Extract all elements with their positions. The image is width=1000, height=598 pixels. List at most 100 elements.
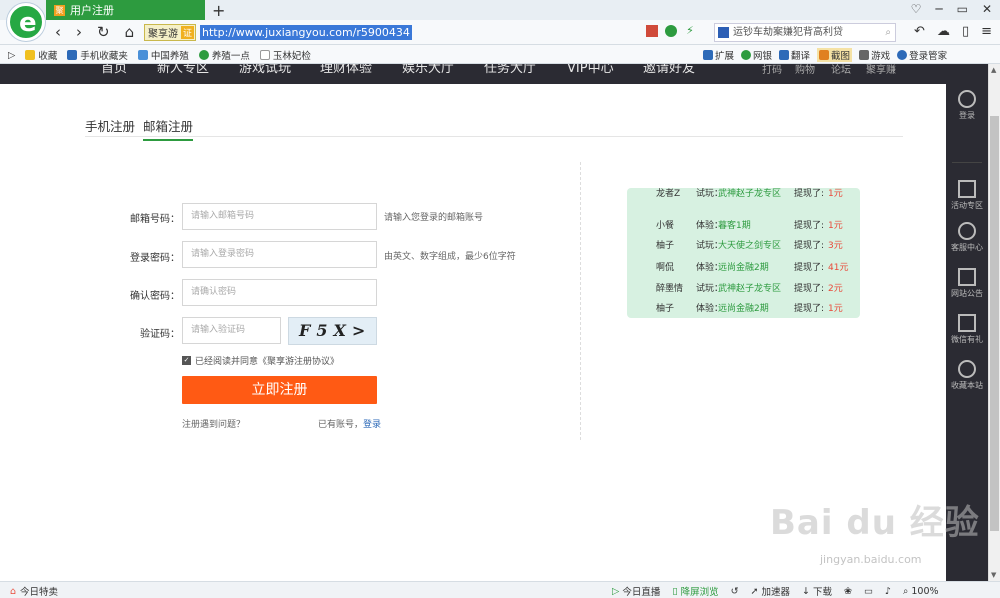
watermark-brand: Bai du 经验 xyxy=(770,503,980,543)
tab-title: 用户注册 xyxy=(70,4,114,17)
nav-item[interactable]: 游戏试玩 xyxy=(239,64,291,76)
confirm-password-field[interactable]: 请确认密码 xyxy=(182,279,377,306)
browser-logo-icon[interactable]: e xyxy=(7,3,45,41)
reload-button[interactable]: ↻ xyxy=(97,23,110,41)
toolbar-login-manager[interactable]: 登录管家 xyxy=(897,48,947,62)
leaf-icon[interactable]: ❀ xyxy=(844,586,852,597)
nav-item[interactable]: 首页 xyxy=(101,64,127,76)
bookmark-item[interactable]: 中国养殖 xyxy=(137,48,189,62)
bookmark-item[interactable]: 收藏 xyxy=(25,48,57,62)
url-input[interactable]: http://www.juxiangyou.com/r5900434 xyxy=(200,25,412,40)
vertical-divider xyxy=(580,162,581,440)
agree-checkbox[interactable]: ✓ xyxy=(182,356,191,365)
sale-icon: ⌂ xyxy=(10,585,17,597)
sidebar-item-wechat[interactable]: 微信有礼 xyxy=(946,314,988,345)
undo-icon[interactable]: ↶ xyxy=(914,24,925,39)
refresh-icon[interactable]: ↺ xyxy=(731,586,739,597)
site-cert-badge[interactable]: 聚享游 证 xyxy=(144,24,196,41)
nav-item[interactable]: 任务大厅 xyxy=(484,64,536,76)
toolbar-extensions[interactable]: 扩展 xyxy=(703,48,734,62)
tab-email-register[interactable]: 邮箱注册 xyxy=(143,116,194,141)
bookmark-item[interactable]: 玉林妃检 xyxy=(259,48,311,62)
search-engine-icon[interactable] xyxy=(718,27,729,38)
scrollbar-thumb[interactable] xyxy=(990,116,999,531)
captcha-image[interactable]: F5X> xyxy=(288,317,377,345)
agree-row[interactable]: ✓ 已经阅读并同意《聚享游注册协议》 xyxy=(182,354,339,367)
live-link[interactable]: ▷ 今日直播 xyxy=(612,584,660,598)
tab-phone-register[interactable]: 手机注册 xyxy=(85,116,135,141)
site-icon xyxy=(198,50,209,60)
forward-button[interactable]: › xyxy=(76,23,82,41)
bookmark-item[interactable]: 手机收藏夹 xyxy=(67,48,128,62)
zoom-icon: ⌕ xyxy=(903,585,909,597)
phone-icon[interactable]: ▯ xyxy=(962,24,969,39)
addon-red-icon[interactable] xyxy=(646,25,658,37)
close-button[interactable]: ✕ xyxy=(982,2,992,16)
nav-item[interactable]: 理财体验 xyxy=(320,64,372,76)
sidebar-item-favorite[interactable]: 收藏本站 xyxy=(946,360,988,391)
volume-icon[interactable]: ♪ xyxy=(885,586,891,597)
maximize-button[interactable]: ▭ xyxy=(957,2,968,16)
site-nav: 首页 新人专区 游戏试玩 理财体验 娱乐大厅 任务大厅 VIP中心 邀请好友 打… xyxy=(0,64,946,84)
nav-right-item[interactable]: 论坛 xyxy=(831,64,851,76)
scroll-down-icon[interactable]: ▼ xyxy=(991,571,996,579)
zoom-control[interactable]: ⌕ 100% xyxy=(903,586,939,597)
sidebar-item-service[interactable]: 客服中心 xyxy=(946,222,988,253)
password-field[interactable]: 请输入登录密码 xyxy=(182,241,377,268)
star-icon xyxy=(25,50,36,60)
have-account: 已有账号，登录 xyxy=(318,420,382,430)
search-icon[interactable]: ⌕ xyxy=(885,24,891,41)
email-hint: 请输入您登录的邮箱账号 xyxy=(384,213,484,223)
addon-green-icon[interactable] xyxy=(665,25,677,37)
nav-right-item[interactable]: 购物 xyxy=(795,64,815,76)
sidebar-item-login[interactable]: 登录 xyxy=(946,90,988,121)
window-icon[interactable]: ▭ xyxy=(864,586,873,597)
nav-item[interactable]: 娱乐大厅 xyxy=(402,64,454,76)
nav-item[interactable]: VIP中心 xyxy=(567,64,614,76)
tab-bar: e 聚 用户注册 + ♡ ─ ▭ ✕ xyxy=(0,0,1000,41)
screen-browse-link[interactable]: ▯ 降屏浏览 xyxy=(672,584,718,598)
agree-text[interactable]: 已经阅读并同意《聚享游注册协议》 xyxy=(195,354,339,367)
scrollbar[interactable]: ▲ ▼ xyxy=(988,64,1000,581)
email-label: 邮箱号码： xyxy=(130,214,180,225)
toolbar-games[interactable]: 游戏 xyxy=(859,48,890,62)
minimize-button[interactable]: ─ xyxy=(935,2,942,16)
nav-right-item[interactable]: 聚享赚 xyxy=(866,64,896,76)
download-link[interactable]: ↓ 下载 xyxy=(802,584,832,598)
sidebar-item-notice[interactable]: 网站公告 xyxy=(946,268,988,299)
nav-item[interactable]: 邀请好友 xyxy=(643,64,695,76)
cloud-icon[interactable]: ☁ xyxy=(937,24,950,39)
menu-icon[interactable]: ≡ xyxy=(981,24,992,39)
page-icon xyxy=(259,50,270,60)
nav-right-item[interactable]: 打码 xyxy=(762,64,782,76)
email-field[interactable]: 请输入邮箱号码 xyxy=(182,203,377,230)
register-button[interactable]: 立即注册 xyxy=(182,376,377,404)
lightning-icon[interactable]: ⚡ xyxy=(684,25,696,37)
sidebar-item-activity[interactable]: 活动专区 xyxy=(946,180,988,211)
home-button[interactable]: ⌂ xyxy=(125,23,135,41)
login-link[interactable]: 登录 xyxy=(363,420,381,430)
user-icon xyxy=(897,50,908,60)
confirm-password-label: 确认密码： xyxy=(130,291,180,302)
register-help-link[interactable]: 注册遇到问题？ xyxy=(182,417,245,430)
tab-user-register[interactable]: 聚 用户注册 xyxy=(46,0,205,20)
watermark-domain: jingyan.baidu.com xyxy=(820,553,922,566)
address-bar: ‹ › ↻ ⌂ 聚享游 证 http://www.juxiangyou.com/… xyxy=(0,20,1000,45)
sidebar-toggle-icon[interactable]: ▷ xyxy=(8,50,15,61)
search-input[interactable]: 运钞车劫案嫌犯背高利贷 ⌕ xyxy=(714,23,896,42)
accelerator-link[interactable]: ➚ 加速器 xyxy=(751,584,790,598)
toolbar-bank[interactable]: 网银 xyxy=(741,48,772,62)
toolbar-translate[interactable]: 翻译 xyxy=(779,48,810,62)
password-label: 登录密码： xyxy=(130,253,180,264)
bookmark-item[interactable]: 养殖一点 xyxy=(198,48,250,62)
scroll-up-icon[interactable]: ▲ xyxy=(991,66,996,74)
new-tab-button[interactable]: + xyxy=(212,1,225,20)
toolbar-screenshot[interactable]: 截图 xyxy=(817,48,853,62)
nav-item[interactable]: 新人专区 xyxy=(157,64,209,76)
skin-icon[interactable]: ♡ xyxy=(911,2,922,16)
captcha-input[interactable]: 请输入验证码 xyxy=(182,317,281,344)
back-button[interactable]: ‹ xyxy=(55,23,61,41)
qr-code-icon xyxy=(958,314,976,332)
today-sale-link[interactable]: 今日特卖 xyxy=(20,584,58,598)
cert-icon: 证 xyxy=(181,26,195,39)
